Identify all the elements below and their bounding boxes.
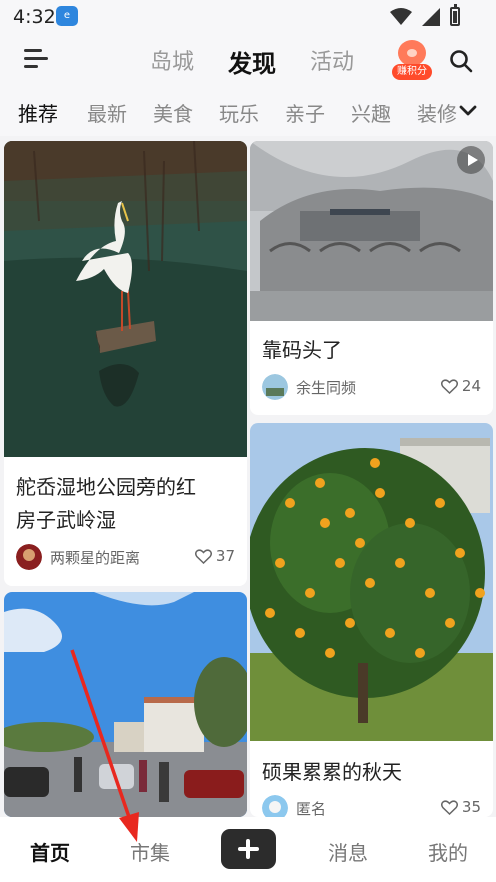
video-play-icon [457,146,485,174]
battery-icon [450,4,460,26]
category-food[interactable]: 美食 [153,98,193,127]
dock-photo [250,141,493,321]
app-badge-icon: e [56,6,78,26]
like-button[interactable]: 35 [440,798,481,816]
app-screen: 4:32 e 岛城 发现 活动 赚积分 推荐 最新 美食 玩乐 亲子 兴趣 装修… [0,0,496,882]
category-fun[interactable]: 玩乐 [219,98,259,127]
author-name: 两颗星的距离 [50,548,141,567]
search-icon[interactable] [449,49,473,73]
feed-card-orange-tree[interactable]: 硕果累累的秋天 匿名 35 [250,423,493,817]
signal-icon [422,7,440,26]
street-photo [4,592,247,817]
category-interests[interactable]: 兴趣 [351,98,391,127]
avatar [16,544,42,570]
avatar [262,374,288,400]
heart-icon [440,799,458,815]
author-info[interactable]: 两颗星的距离 [16,544,140,570]
author-name: 匿名 [296,799,327,818]
earn-points-button[interactable]: 赚积分 [392,40,432,82]
author-info[interactable]: 余生同频 [262,374,356,400]
like-button[interactable]: 37 [194,547,235,565]
category-decoration[interactable]: 装修 [417,98,457,127]
header-tabs: 岛城 发现 活动 [150,44,354,79]
card-title: 硕果累累的秋天 [262,760,402,784]
like-button[interactable]: 24 [440,377,481,395]
like-count: 24 [461,377,481,395]
category-family[interactable]: 亲子 [285,98,325,127]
nav-market[interactable]: 市集 [130,837,170,866]
author-info[interactable]: 匿名 [262,795,326,817]
category-recommended[interactable]: 推荐 [18,98,58,127]
status-time: 4:32 [13,6,56,28]
nav-home[interactable]: 首页 [30,837,70,866]
add-post-button[interactable] [221,829,276,869]
heart-icon [194,548,212,564]
bottom-nav: 首页 市集 消息 我的 [0,817,496,882]
tab-island-city[interactable]: 岛城 [150,44,194,79]
status-icons [390,4,460,26]
menu-icon[interactable] [24,47,48,69]
tab-events[interactable]: 活动 [310,44,354,79]
like-count: 35 [461,798,481,816]
status-bar: 4:32 e [0,0,496,34]
author-name: 余生同频 [296,378,357,397]
wifi-icon [390,7,412,25]
avatar [262,795,288,817]
card-title: 靠码头了 [262,338,342,362]
category-tabs: 推荐 最新 美食 玩乐 亲子 兴趣 装修 [0,90,496,136]
top-header: 岛城 发现 活动 赚积分 [0,34,496,90]
earn-points-label: 赚积分 [392,64,432,80]
chevron-down-icon[interactable] [458,104,478,118]
orange-tree-photo [250,423,493,741]
like-count: 37 [215,547,235,565]
egret-photo [4,141,247,457]
tab-discover[interactable]: 发现 [228,44,276,79]
nav-messages[interactable]: 消息 [328,837,368,866]
piggy-icon [398,40,426,66]
category-latest[interactable]: 最新 [87,98,127,127]
heart-icon [440,378,458,394]
feed-card-egret[interactable]: 舵岙湿地公园旁的红 房子武岭湿 两颗星的距离 37 [4,141,247,586]
card-title: 舵岙湿地公园旁的红 房子武岭湿 [16,475,196,532]
feed-card-dock[interactable]: 靠码头了 余生同频 24 [250,141,493,415]
nav-profile[interactable]: 我的 [428,837,468,866]
feed-card-street[interactable] [4,592,247,817]
